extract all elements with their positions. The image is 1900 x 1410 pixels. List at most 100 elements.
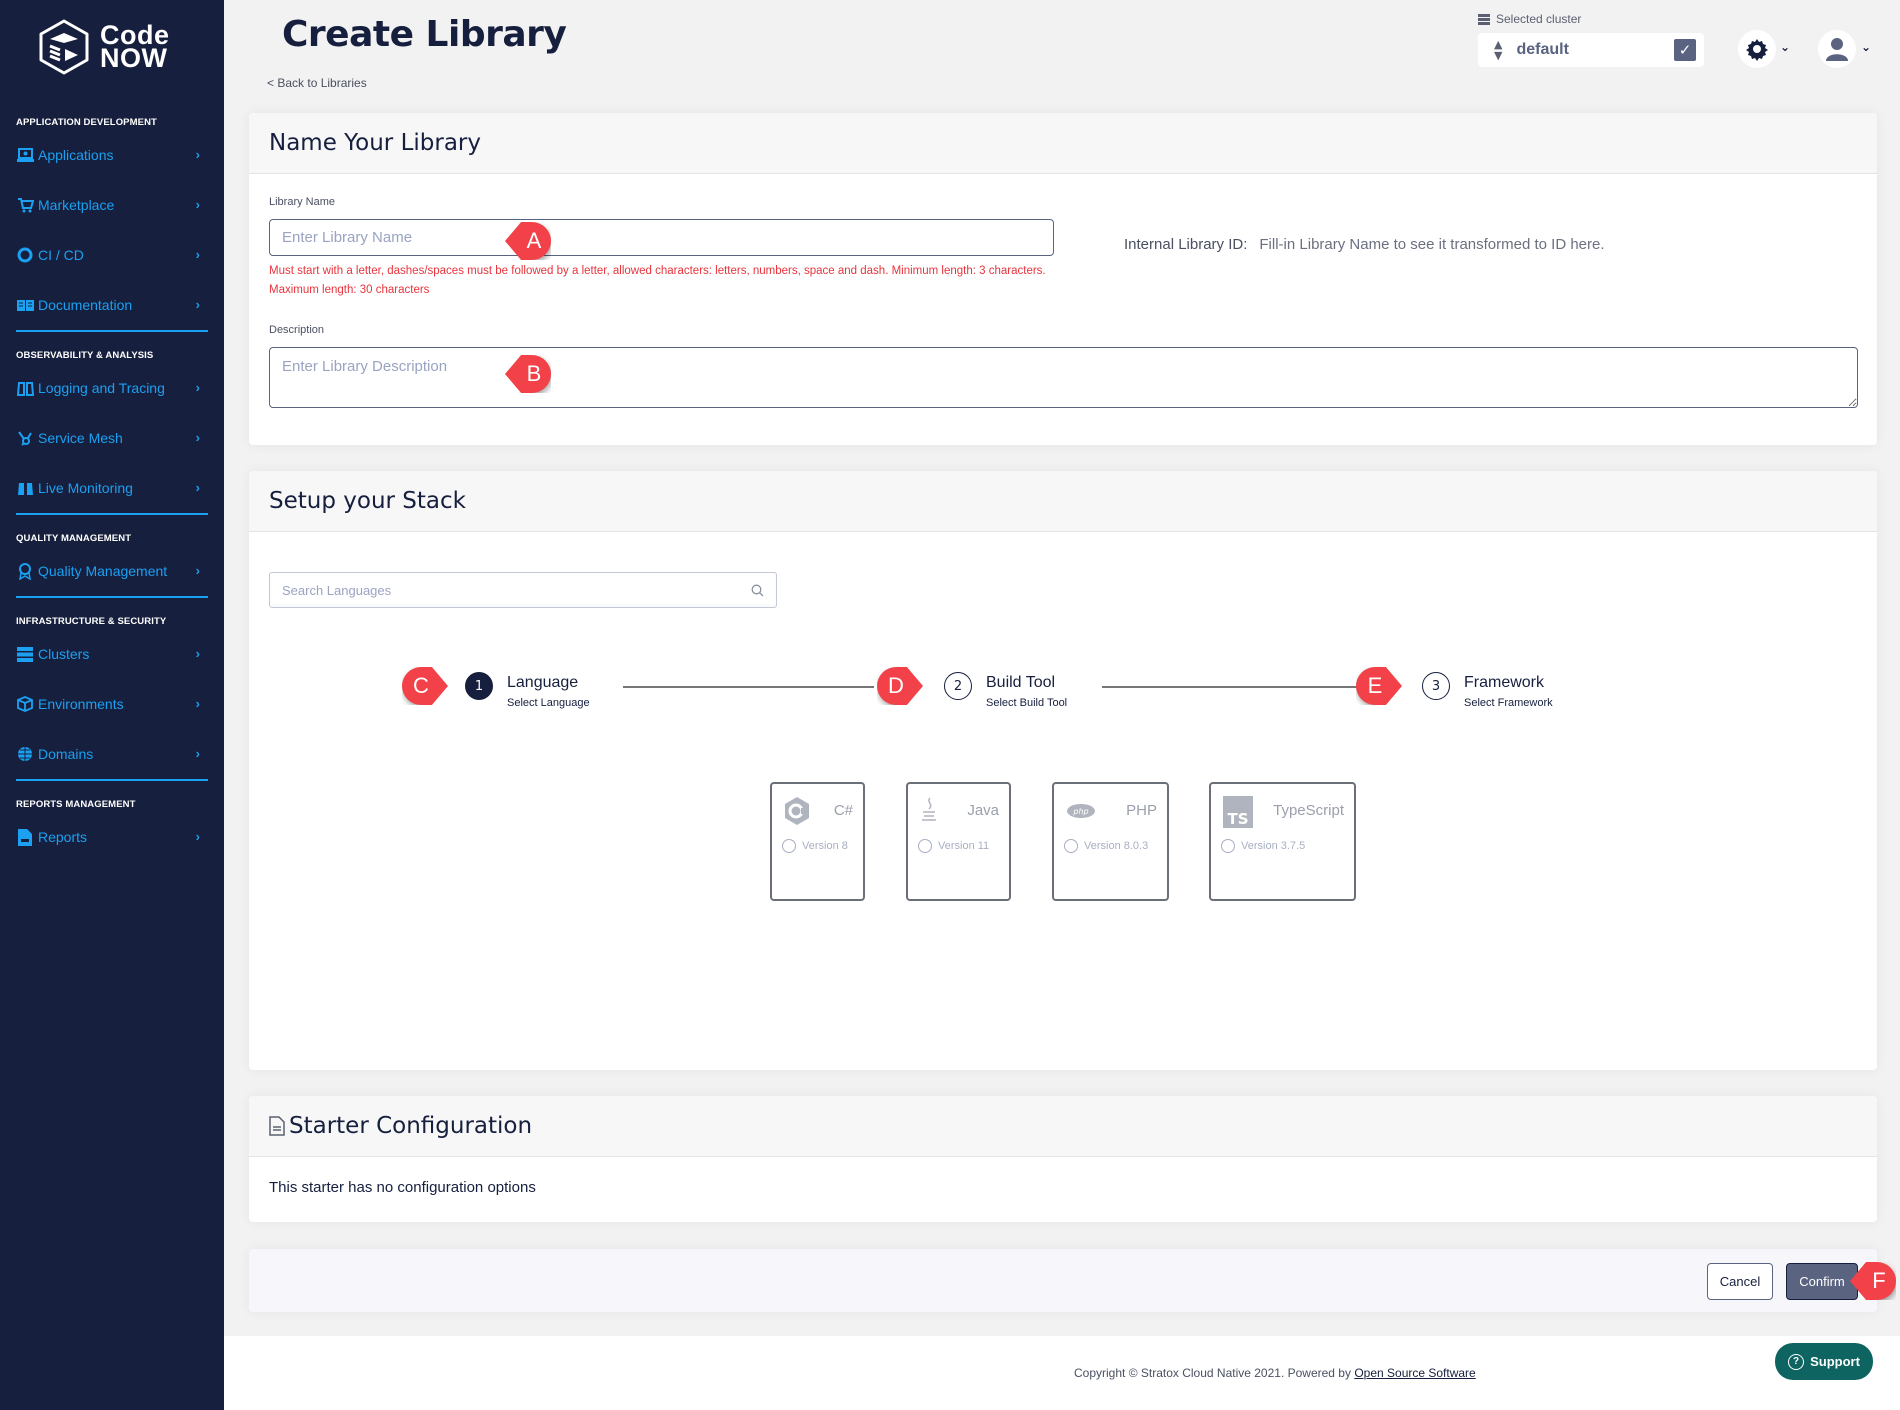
sidebar-item-label: CI / CD (38, 247, 84, 263)
sidebar-item-ci-cd[interactable]: CI / CD › (16, 240, 208, 270)
chevron-right-icon: › (195, 380, 200, 395)
sidebar-item-logging-and-tracing[interactable]: Logging and Tracing › (16, 373, 208, 403)
check-icon[interactable]: ✓ (1674, 39, 1696, 61)
sidebar-item-label: Live Monitoring (38, 480, 133, 496)
version-option[interactable]: Version 8.0.3 (1064, 839, 1148, 853)
language-card-csharp[interactable]: C# Version 8 (770, 782, 865, 901)
svg-text:TS: TS (1227, 810, 1248, 828)
sidebar-item-label: Applications (38, 147, 114, 163)
chevron-right-icon: › (195, 197, 200, 212)
sidebar-item-label: Documentation (38, 297, 133, 313)
support-button[interactable]: ? Support (1775, 1343, 1873, 1380)
sidebar-item-environments[interactable]: Environments › (16, 689, 208, 719)
annotation-marker-d: D (877, 667, 923, 705)
annotation-marker-c: C (402, 667, 448, 705)
copyright: Copyright © Stratox Cloud Native 2021. P… (1074, 1366, 1476, 1380)
csharp-icon (785, 797, 809, 825)
confirm-button[interactable]: Confirm (1786, 1263, 1858, 1300)
name-your-library-card: Name Your Library Library Name Must star… (249, 113, 1877, 445)
sidebar-item-domains[interactable]: Domains › (16, 739, 208, 769)
open-source-software-link[interactable]: Open Source Software (1354, 1366, 1475, 1380)
sidebar-item-marketplace[interactable]: Marketplace › (16, 190, 208, 220)
annotation-marker-b: B (505, 355, 551, 393)
chevron-down-icon[interactable]: ⌄ (1780, 40, 1790, 54)
starter-message: This starter has no configuration option… (269, 1179, 536, 1196)
sidebar-item-applications[interactable]: Applications › (16, 140, 208, 170)
svg-text:php: php (1072, 807, 1088, 816)
sort-icon: ▲ ▼ (1494, 38, 1503, 62)
action-bar: Cancel Confirm (249, 1249, 1877, 1312)
selected-cluster-label: Selected cluster (1478, 12, 1581, 26)
chevron-right-icon: › (195, 646, 200, 661)
step-connector (1102, 686, 1365, 688)
annotation-marker-e: E (1356, 667, 1402, 705)
step-build-tool[interactable]: 2 Build Tool Select Build Tool (944, 672, 1067, 709)
radio-button[interactable] (918, 839, 932, 853)
laptop-icon (16, 146, 34, 164)
radio-button[interactable] (782, 839, 796, 853)
chevron-right-icon: › (195, 829, 200, 844)
step-framework[interactable]: 3 Framework Select Framework (1422, 672, 1553, 709)
step-title: Language (507, 674, 579, 691)
sidebar: Code NOW APPLICATION DEVELOPMENT Applica… (0, 0, 224, 1410)
award-icon (16, 562, 34, 580)
codenow-logo[interactable]: Code NOW (38, 19, 170, 75)
step-subtitle: Select Language (507, 697, 590, 709)
version-option[interactable]: Version 8 (782, 839, 848, 853)
user-menu-button[interactable] (1818, 30, 1856, 68)
sidebar-item-label: Reports (38, 829, 88, 845)
language-card-java[interactable]: Java Version 11 (906, 782, 1011, 901)
sidebar-item-live-monitoring[interactable]: Live Monitoring › (16, 473, 208, 503)
language-card-typescript[interactable]: TS TypeScript Version 3.7.5 (1209, 782, 1356, 901)
user-icon (1826, 38, 1848, 61)
cart-icon (16, 196, 34, 214)
search-languages-input[interactable] (282, 582, 751, 598)
version-option[interactable]: Version 11 (918, 839, 989, 853)
section-reports-management: REPORTS MANAGEMENT (16, 799, 136, 810)
binoculars-icon (16, 379, 34, 397)
annotation-marker-a: A (505, 222, 551, 260)
description-label: Description (269, 324, 325, 336)
search-languages[interactable] (269, 572, 777, 608)
chevron-right-icon: › (195, 480, 200, 495)
cube-icon (16, 695, 34, 713)
sidebar-item-quality-management[interactable]: Quality Management › (16, 556, 208, 586)
cancel-button[interactable]: Cancel (1707, 1263, 1773, 1300)
step-title: Framework (1464, 674, 1545, 691)
sidebar-item-label: Environments (38, 696, 124, 712)
step-number: 3 (1422, 672, 1450, 700)
settings-button[interactable] (1738, 30, 1776, 68)
back-to-libraries-link[interactable]: < Back to Libraries (267, 76, 367, 90)
sidebar-item-service-mesh[interactable]: Service Mesh › (16, 423, 208, 453)
internal-id-value: Fill-in Library Name to see it transform… (1259, 236, 1605, 253)
radio-button[interactable] (1221, 839, 1235, 853)
sidebar-item-label: Service Mesh (38, 430, 123, 446)
language-name: TypeScript (1273, 802, 1344, 819)
chevron-right-icon: › (195, 247, 200, 262)
step-language[interactable]: 1 Language Select Language (465, 672, 590, 709)
sidebar-item-reports[interactable]: Reports › (16, 822, 208, 852)
radio-button[interactable] (1064, 839, 1078, 853)
nav-divider (16, 779, 208, 781)
document-icon (269, 1116, 285, 1136)
chevron-right-icon: › (195, 430, 200, 445)
version-option[interactable]: Version 3.7.5 (1221, 839, 1305, 853)
book-icon (16, 296, 34, 314)
library-name-input[interactable] (269, 219, 1054, 256)
php-icon: php (1067, 804, 1095, 818)
sidebar-item-label: Clusters (38, 646, 90, 662)
library-name-label: Library Name (269, 196, 336, 208)
chevron-down-icon[interactable]: ⌄ (1861, 40, 1871, 54)
sidebar-item-label: Marketplace (38, 197, 115, 213)
cluster-select[interactable]: ▲ ▼ default ✓ (1478, 33, 1704, 67)
sidebar-item-clusters[interactable]: Clusters › (16, 639, 208, 669)
library-name-error: Must start with a letter, dashes/spaces … (269, 265, 1046, 296)
chevron-right-icon: › (195, 746, 200, 761)
typescript-icon: TS (1223, 796, 1253, 828)
globe-icon (16, 745, 34, 763)
hub-icon (16, 429, 34, 447)
sidebar-item-documentation[interactable]: Documentation › (16, 290, 208, 320)
language-card-php[interactable]: php PHP Version 8.0.3 (1052, 782, 1169, 901)
binoculars-icon (16, 479, 34, 497)
section-infrastructure-security: INFRASTRUCTURE & SECURITY (16, 616, 167, 627)
